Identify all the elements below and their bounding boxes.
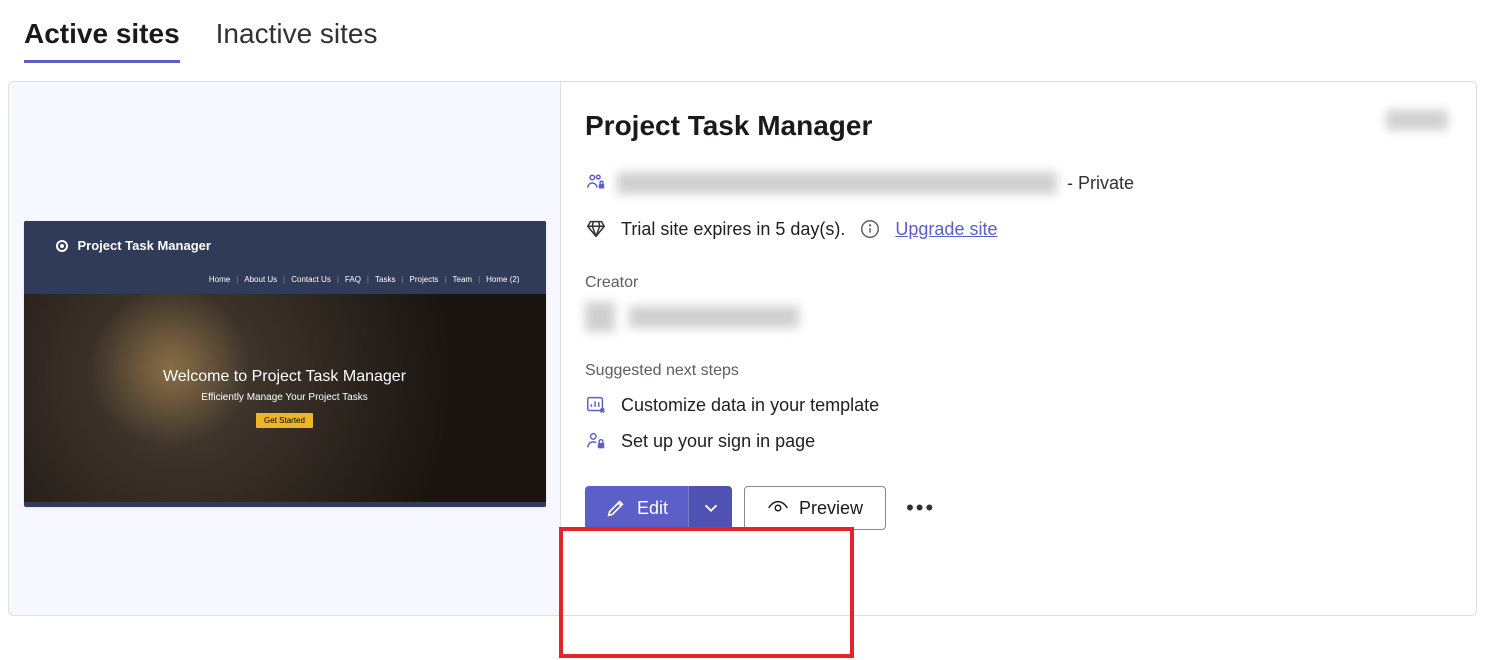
upgrade-site-link[interactable]: Upgrade site <box>895 219 997 240</box>
eye-icon <box>767 497 789 519</box>
edit-dropdown-caret[interactable] <box>688 486 732 530</box>
preview-panel: Project Task Manager Home| About Us| Con… <box>9 82 561 615</box>
edit-button[interactable]: Edit <box>585 486 688 530</box>
preview-button-label: Preview <box>799 498 863 519</box>
thumb-nav: Home| About Us| Contact Us| FAQ| Tasks| … <box>24 271 546 294</box>
tabs-container: Active sites Inactive sites <box>0 0 1485 63</box>
thumb-subtitle: Efficiently Manage Your Project Tasks <box>201 392 367 403</box>
more-actions-button[interactable]: ••• <box>898 489 943 527</box>
thumb-welcome: Welcome to Project Task Manager <box>163 368 406 386</box>
details-panel: Project Task Manager xxxx xxxxxxxxxxxxxx… <box>561 82 1476 615</box>
step-text: Customize data in your template <box>621 395 879 416</box>
redacted-url: xxxxxxxxxxxxxxxxxxxxxxxxxxxxxxxxxxxxxx <box>617 172 1057 194</box>
step-customize-data[interactable]: Customize data in your template <box>585 394 1448 416</box>
site-thumbnail[interactable]: Project Task Manager Home| About Us| Con… <box>24 221 546 507</box>
actions-row: Edit <box>585 486 1448 530</box>
site-title: Project Task Manager <box>585 110 872 142</box>
thumb-hero: Welcome to Project Task Manager Efficien… <box>24 294 546 502</box>
visibility-label: - Private <box>1067 173 1134 194</box>
person-lock-icon <box>585 430 607 452</box>
tab-active-sites[interactable]: Active sites <box>24 18 180 63</box>
pencil-icon <box>605 497 627 519</box>
creator-avatar: xx <box>585 302 615 332</box>
diamond-icon <box>585 218 607 240</box>
info-icon[interactable] <box>859 218 881 240</box>
tab-inactive-sites[interactable]: Inactive sites <box>216 18 378 63</box>
preview-button[interactable]: Preview <box>744 486 886 530</box>
thumb-cta-button: Get Started <box>256 413 313 428</box>
redacted-creator-name: xxxxxxxxxxxxx <box>629 306 799 328</box>
creator-label: Creator <box>585 274 1448 292</box>
ellipsis-icon: ••• <box>906 495 935 520</box>
step-text: Set up your sign in page <box>621 431 815 452</box>
suggested-steps-label: Suggested next steps <box>585 362 1448 380</box>
chart-edit-icon <box>585 394 607 416</box>
step-signin-page[interactable]: Set up your sign in page <box>585 430 1448 452</box>
people-lock-icon <box>585 172 607 194</box>
edit-split-button: Edit <box>585 486 732 530</box>
redacted-badge: xxxx <box>1386 110 1448 130</box>
site-card: Project Task Manager Home| About Us| Con… <box>8 81 1477 616</box>
thumb-title: Project Task Manager <box>78 238 211 253</box>
thumb-logo-icon <box>56 240 68 252</box>
trial-text: Trial site expires in 5 day(s). <box>621 219 845 240</box>
chevron-down-icon <box>700 497 722 519</box>
edit-button-label: Edit <box>637 498 668 519</box>
